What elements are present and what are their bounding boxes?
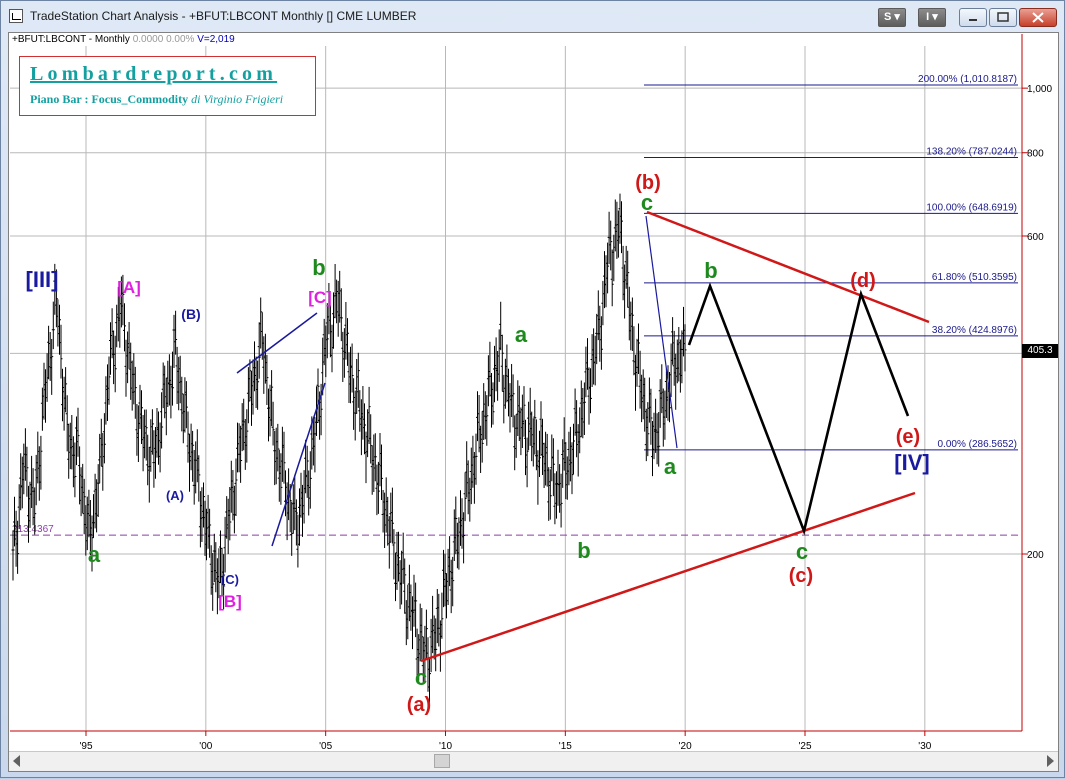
percent-change: 0.00% — [166, 34, 195, 45]
logo-subtitle: Piano Bar : Focus_Commodity di Virginio … — [30, 92, 283, 107]
wave-label: a — [515, 322, 528, 347]
wave-label: [III] — [26, 267, 59, 292]
fib-level-label: 100.00% (648.6919) — [926, 202, 1017, 213]
y-tick-label: 800 — [1027, 149, 1044, 160]
lombard-logo: Lombardreport.com Piano Bar : Focus_Comm… — [19, 56, 316, 116]
price-chart[interactable]: 2006008001,000'95'00'05'10'15'20'25'3021… — [1, 1, 1065, 779]
symbol-name: +BFUT:LBCONT - Monthly — [12, 34, 130, 45]
symbol-info: +BFUT:LBCONT - Monthly 0.0000 0.00% V=2,… — [12, 34, 235, 45]
logo-title: Lombardreport.com — [30, 63, 278, 85]
red-lower-trendline — [420, 491, 916, 663]
support-label: 213.4367 — [12, 524, 54, 535]
volume-value: V=2,019 — [197, 34, 235, 45]
logo-subtitle-text: Piano Bar : Focus_Commodity — [30, 92, 189, 106]
fib-level-label: 0.00% (286.5652) — [937, 439, 1017, 450]
last-price-marker: 405.3 — [1022, 344, 1058, 358]
wave-label: (d) — [850, 270, 876, 292]
logo-author: di Virginio Frigieri — [191, 92, 284, 106]
wave-label: c — [641, 190, 653, 215]
price-bars — [11, 193, 687, 705]
blue-trendline-lower — [271, 382, 326, 547]
price-change: 0.0000 — [132, 34, 164, 45]
fib-level-label: 200.00% (1,010.8187) — [918, 74, 1017, 85]
wave-label: [A] — [117, 278, 141, 297]
wave-label: (e) — [896, 426, 920, 448]
y-tick-label: 600 — [1027, 232, 1044, 243]
fib-level-label: 38.20% (424.8976) — [932, 325, 1017, 336]
scroll-right-icon[interactable] — [1047, 755, 1054, 767]
scroll-left-icon[interactable] — [13, 755, 20, 767]
chart-window: TradeStation Chart Analysis - +BFUT:LBCO… — [0, 0, 1065, 778]
red-upper-trendline — [646, 210, 930, 324]
wave-label: c — [415, 665, 427, 690]
wave-label: (B) — [181, 306, 200, 322]
wave-label: [C] — [308, 288, 332, 307]
wave-label: b — [704, 258, 717, 283]
blue-trendline-upper — [236, 312, 318, 374]
wave-label: b — [577, 538, 590, 563]
horizontal-scrollbar[interactable] — [9, 751, 1058, 771]
y-tick-label: 200 — [1027, 550, 1044, 561]
wave-label: c — [796, 539, 808, 564]
fib-level-label: 61.80% (510.3595) — [932, 272, 1017, 283]
y-tick-label: 1,000 — [1027, 84, 1052, 95]
wave-label: (a) — [407, 694, 431, 716]
wave-label: a — [664, 454, 677, 479]
wave-label: (A) — [166, 488, 184, 503]
wave-label: a — [88, 542, 101, 567]
wave-label: (c) — [789, 565, 813, 587]
projection-path — [687, 282, 910, 536]
wave-label: [B] — [218, 592, 242, 611]
scroll-thumb[interactable] — [434, 754, 450, 768]
wave-label: (C) — [221, 572, 239, 587]
wave-label: b — [312, 255, 325, 280]
fib-level-label: 138.20% (787.0244) — [926, 146, 1017, 157]
wave-label: [IV] — [894, 450, 929, 475]
